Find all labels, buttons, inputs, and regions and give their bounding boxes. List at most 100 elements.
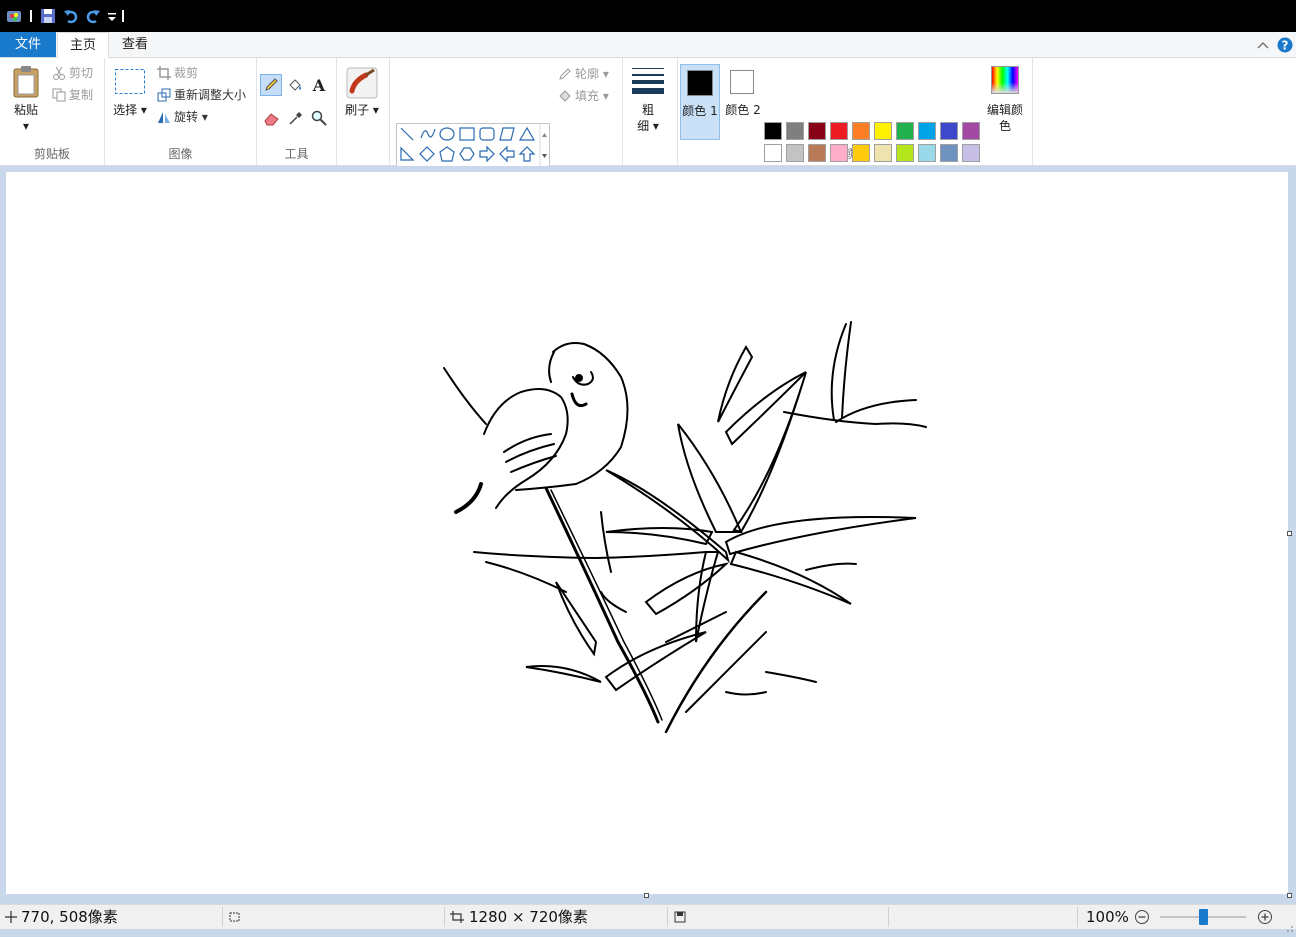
line-width-icon[interactable]	[631, 67, 665, 95]
rectangle-shape-icon[interactable]	[459, 127, 475, 141]
palette-swatch[interactable]	[896, 122, 914, 140]
drawing-canvas[interactable]	[6, 172, 1288, 894]
palette-swatch[interactable]	[764, 144, 782, 162]
status-bar: 770, 508像素 1280 × 720像素 100%	[0, 904, 1296, 932]
palette-swatch[interactable]	[852, 144, 870, 162]
resize-handle-corner[interactable]	[1287, 893, 1292, 898]
palette-swatch[interactable]	[852, 122, 870, 140]
cursor-position-icon	[5, 911, 17, 923]
brush-icon[interactable]	[346, 67, 378, 99]
palette-swatch[interactable]	[896, 144, 914, 162]
palette-swatch[interactable]	[764, 122, 782, 140]
palette-swatch[interactable]	[830, 122, 848, 140]
divider	[444, 907, 445, 927]
scroll-up-icon[interactable]	[542, 133, 547, 137]
up-arrow-shape-icon[interactable]	[518, 146, 536, 162]
tools-group: A 工具	[257, 58, 337, 165]
resize-button[interactable]: 重新调整大小	[157, 86, 246, 104]
rounded-rectangle-shape-icon[interactable]	[479, 127, 495, 141]
separator	[122, 10, 124, 22]
fill-icon	[559, 90, 571, 102]
palette-swatch[interactable]	[786, 122, 804, 140]
paste-icon[interactable]	[12, 64, 42, 98]
color1-button[interactable]: 颜色 1	[680, 64, 720, 140]
copy-button[interactable]: 复制	[52, 86, 93, 104]
magnifier-icon[interactable]	[311, 110, 327, 126]
clipboard-group-label: 剪贴板	[33, 147, 70, 161]
palette-swatch[interactable]	[962, 122, 980, 140]
customize-toolbar-icon[interactable]	[107, 8, 117, 24]
brushes-group: 刷子 ▾	[337, 58, 390, 165]
pencil-icon	[265, 78, 278, 91]
chevron-down-icon: ▾	[140, 103, 147, 117]
fill-bucket-icon[interactable]	[287, 77, 303, 93]
collapse-ribbon-icon[interactable]	[1257, 40, 1269, 50]
zoom-in-icon[interactable]	[1257, 909, 1273, 925]
size-button[interactable]: 粗细 ▾	[637, 102, 659, 134]
triangle-shape-icon[interactable]	[518, 126, 536, 141]
svg-text:?: ?	[1282, 39, 1289, 53]
tab-view[interactable]: 查看	[112, 32, 158, 57]
help-icon[interactable]: ?	[1277, 37, 1293, 53]
eraser-icon[interactable]	[264, 110, 280, 126]
palette-swatch[interactable]	[874, 144, 892, 162]
zoom-out-icon[interactable]	[1134, 909, 1150, 925]
right-arrow-shape-icon[interactable]	[479, 145, 495, 163]
pencil-tool[interactable]	[260, 74, 282, 96]
crop-label: 裁剪	[174, 66, 199, 80]
paste-button[interactable]: 粘贴 ▾	[8, 102, 44, 134]
select-icon[interactable]	[114, 68, 146, 96]
text-tool-icon[interactable]: A	[311, 77, 327, 93]
palette-swatch[interactable]	[918, 144, 936, 162]
palette-swatch[interactable]	[962, 144, 980, 162]
resize-handle-right[interactable]	[1287, 531, 1292, 536]
rotate-icon	[158, 112, 170, 123]
zoom-slider-thumb[interactable]	[1199, 909, 1208, 925]
resize-grip-icon[interactable]	[1286, 919, 1294, 932]
tab-home[interactable]: 主页	[57, 32, 109, 59]
edit-colors-button[interactable]: 编辑颜色	[987, 66, 1023, 136]
outline-label: 轮廓	[575, 67, 600, 81]
palette-swatch[interactable]	[940, 144, 958, 162]
tab-file[interactable]: 文件	[0, 32, 56, 57]
resize-handle-bottom[interactable]	[644, 893, 649, 898]
save-icon[interactable]	[40, 8, 56, 24]
cut-label: 剪切	[69, 66, 94, 80]
left-arrow-shape-icon[interactable]	[499, 145, 515, 163]
paint-app-icon[interactable]	[6, 8, 24, 24]
palette-swatch[interactable]	[918, 122, 936, 140]
palette-swatch[interactable]	[786, 144, 804, 162]
rotate-button[interactable]: 旋转 ▾	[157, 108, 208, 126]
brushes-button[interactable]: 刷子 ▾	[345, 102, 379, 118]
color-spectrum-icon	[991, 66, 1019, 94]
outline-button[interactable]: 轮廓 ▾	[558, 65, 609, 83]
divider	[888, 907, 889, 927]
select-label: 选择	[113, 103, 138, 117]
fill-button[interactable]: 填充 ▾	[558, 87, 609, 105]
oval-shape-icon[interactable]	[439, 127, 455, 141]
color2-button[interactable]: 颜色 2	[724, 64, 764, 140]
palette-swatch[interactable]	[808, 144, 826, 162]
right-triangle-shape-icon[interactable]	[400, 146, 415, 161]
curve-shape-icon[interactable]	[420, 128, 436, 139]
palette-swatch[interactable]	[940, 122, 958, 140]
redo-icon[interactable]	[85, 8, 101, 24]
crop-button[interactable]: 裁剪	[157, 64, 198, 82]
pentagon-shape-icon[interactable]	[439, 146, 455, 162]
cut-button[interactable]: 剪切	[52, 64, 93, 82]
diamond-shape-icon[interactable]	[419, 146, 435, 162]
undo-icon[interactable]	[63, 8, 79, 24]
line-shape-icon[interactable]	[400, 127, 414, 141]
divider	[1077, 907, 1078, 927]
palette-swatch[interactable]	[808, 122, 826, 140]
image-group-label: 图像	[168, 147, 193, 161]
palette-swatch[interactable]	[874, 122, 892, 140]
palette-swatch[interactable]	[830, 144, 848, 162]
chevron-down-icon: ▾	[602, 67, 609, 81]
hexagon-shape-icon[interactable]	[459, 147, 475, 161]
color1-swatch	[687, 70, 713, 96]
polygon-shape-icon[interactable]	[499, 127, 515, 141]
color-picker-icon[interactable]	[288, 110, 304, 126]
select-button[interactable]: 选择 ▾	[113, 102, 147, 118]
scroll-down-icon[interactable]	[542, 154, 547, 158]
